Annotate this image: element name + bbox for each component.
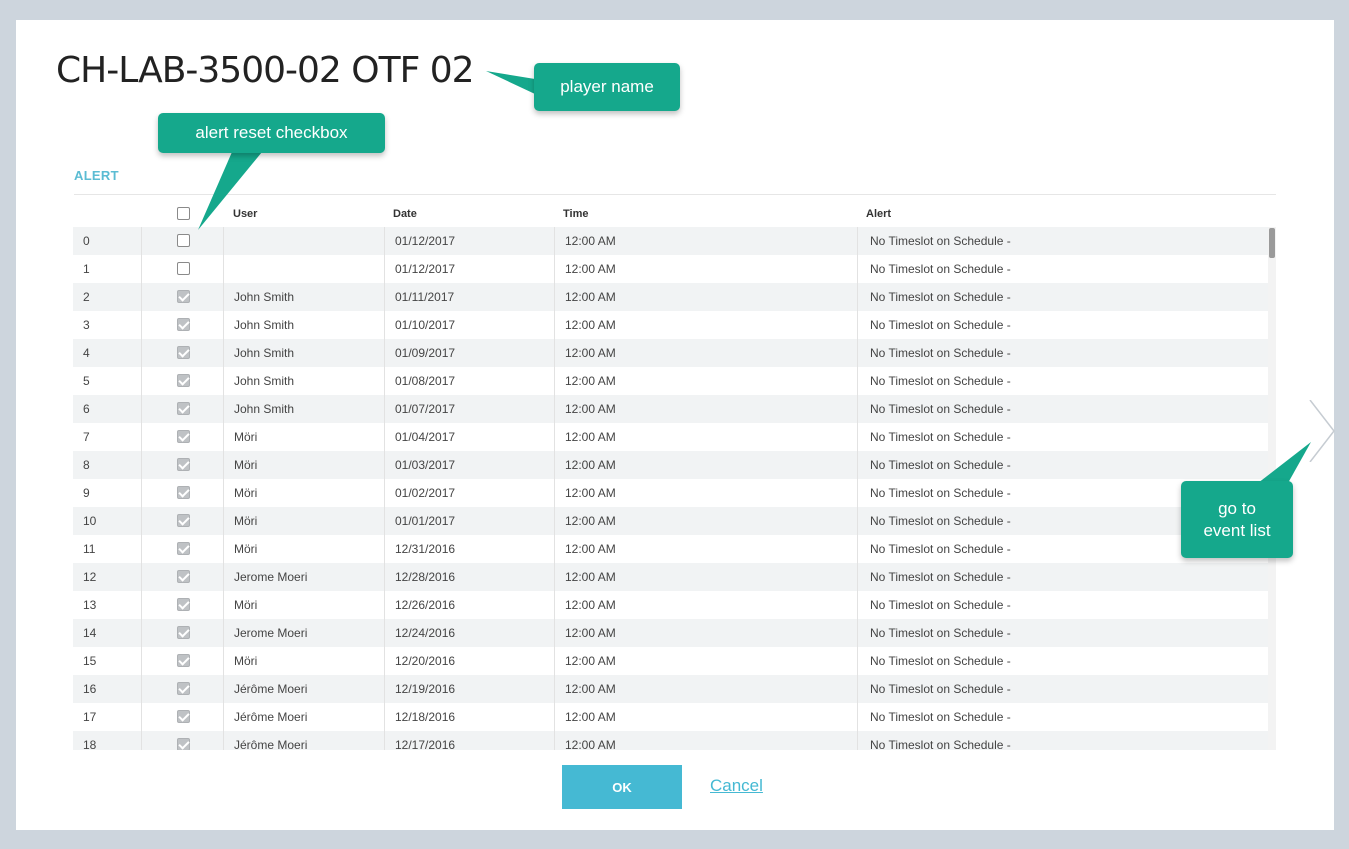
event-list-pointer — [1258, 442, 1311, 483]
callout-player-name: player name — [534, 63, 680, 111]
callout-go-to-event-list: go to event list — [1181, 481, 1293, 558]
player-name-pointer — [486, 71, 535, 94]
alert-reset-pointer — [198, 152, 262, 230]
callout-alert-reset-checkbox: alert reset checkbox — [158, 113, 385, 153]
